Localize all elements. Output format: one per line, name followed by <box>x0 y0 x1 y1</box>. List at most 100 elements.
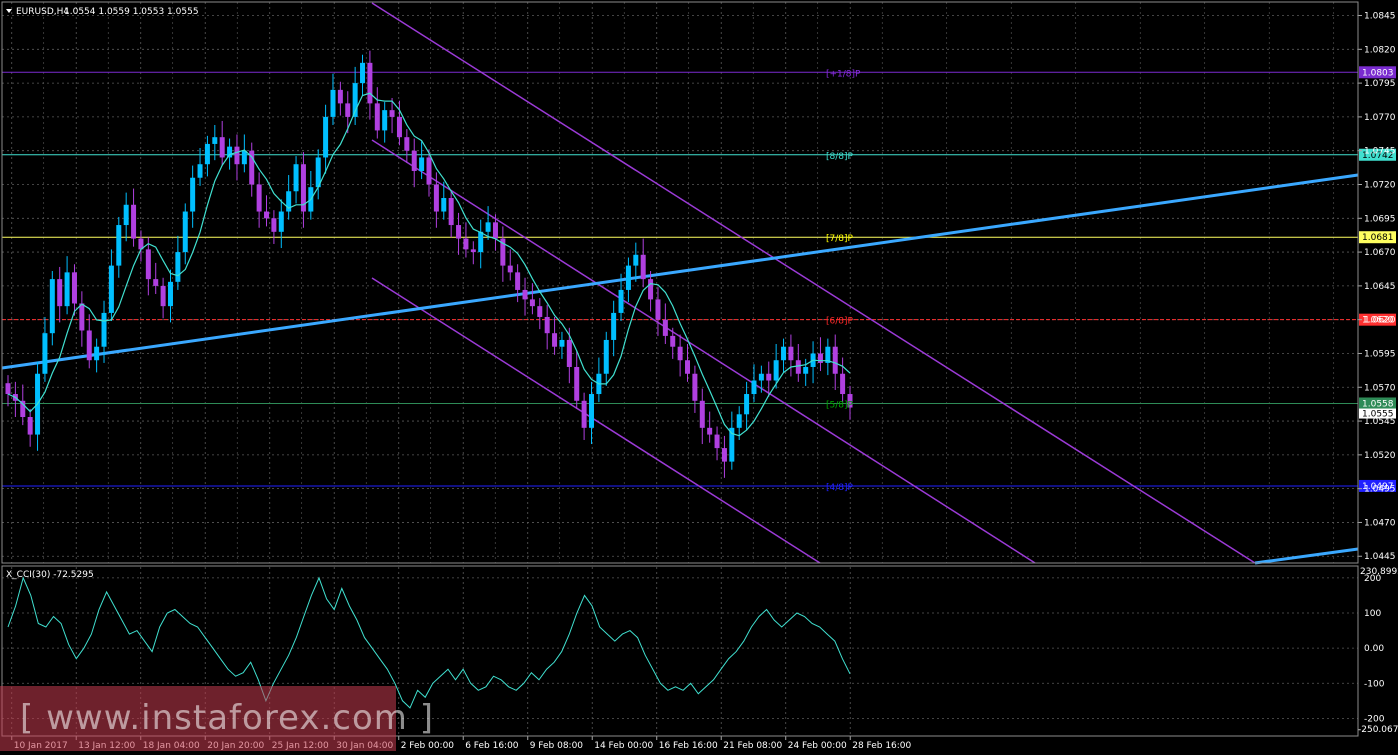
candle-body <box>367 62 373 104</box>
candle-body <box>456 225 462 239</box>
price-tick-label: 1.0445 <box>1364 552 1396 562</box>
price-tick-label: 1.0570 <box>1364 383 1396 393</box>
channel-lower <box>371 277 821 564</box>
candle-body <box>707 427 713 435</box>
candle-body <box>419 157 425 171</box>
candle-body <box>94 346 100 361</box>
time-tick-label: 21 Feb 08:00 <box>723 741 782 751</box>
candle-body <box>773 360 779 381</box>
price-chart[interactable]: [+1/8]P 1.0803[8/8]P 1.0742[7/8]P 1.0681[6/… <box>0 0 1398 755</box>
candle-body <box>537 306 543 317</box>
candle-body <box>662 319 668 336</box>
candle-body <box>611 312 617 340</box>
candle-body <box>293 164 299 192</box>
candle-body <box>670 335 676 347</box>
candle-body <box>788 346 794 361</box>
candle-body <box>744 394 750 415</box>
candle-body <box>685 360 691 374</box>
level-label: [6/8]P <box>826 317 854 327</box>
ohlc-readout: 1.0554 1.0559 1.0553 1.0555 <box>64 7 199 17</box>
candle-body <box>360 62 366 84</box>
candle-body <box>552 333 558 347</box>
candle-body <box>160 285 166 307</box>
candle-body <box>640 254 646 280</box>
candle-body <box>618 289 624 313</box>
candle-body <box>389 110 395 117</box>
candle-body <box>57 279 63 307</box>
candle-body <box>758 373 764 381</box>
candle-body <box>64 272 70 307</box>
candle-body <box>241 150 247 165</box>
level-label: [+1/8]P <box>826 69 861 79</box>
candle-body <box>190 177 196 212</box>
cci-top-value: 230.8992 <box>1360 567 1398 577</box>
candle-body <box>227 146 233 158</box>
price-tick-label: 1.0470 <box>1364 518 1396 528</box>
cci-tick-label: 0.00 <box>1364 644 1384 654</box>
candle-body <box>396 116 402 138</box>
candle-body <box>234 146 240 165</box>
candle-body <box>441 198 447 212</box>
candle-body <box>404 137 410 151</box>
candle-body <box>271 218 277 232</box>
candle-body <box>692 373 698 401</box>
time-tick-label: 6 Feb 16:00 <box>465 741 519 751</box>
candle-body <box>677 346 683 361</box>
candle-body <box>625 265 631 290</box>
price-tick-label: 1.0745 <box>1364 147 1396 157</box>
candle-body <box>840 373 846 395</box>
candle-body <box>485 222 491 232</box>
time-tick-label: 2 Feb 00:00 <box>401 741 455 751</box>
candle-body <box>507 265 513 273</box>
price-tick-label: 1.0620 <box>1364 316 1396 326</box>
candle-body <box>116 225 122 266</box>
candle-body <box>145 249 151 280</box>
cci-axis: 2001000.00-100-200 <box>1364 574 1385 725</box>
symbol-label: EURUSD,H4 <box>16 7 69 17</box>
price-tag-text: 1.0803 <box>1362 68 1394 78</box>
watermark-text: [ www.instaforex.com ] <box>20 698 434 738</box>
candle-body <box>71 272 77 304</box>
candle-body <box>345 103 351 117</box>
indicator-label: X_CCI(30) -72.5295 <box>6 570 94 580</box>
price-tag-text: 1.0681 <box>1362 233 1394 243</box>
level-label: [7/8]P <box>826 234 854 244</box>
candle-body <box>79 303 85 331</box>
level-label: [4/8]P <box>826 483 854 493</box>
chart-header: EURUSD,H4 1.0554 1.0559 1.0553 1.0555 <box>6 7 199 17</box>
candle-body <box>27 417 33 435</box>
candle-body <box>108 265 114 313</box>
candle-body <box>175 252 181 282</box>
candle-body <box>832 346 838 374</box>
candle-body <box>49 279 55 334</box>
candle-body <box>699 400 705 428</box>
candle-body <box>736 414 742 428</box>
price-tick-label: 1.0520 <box>1364 451 1396 461</box>
candle-body <box>448 198 454 226</box>
dropdown-triangle-icon <box>6 9 12 13</box>
candle-body <box>470 249 476 253</box>
price-tick-label: 1.0670 <box>1364 248 1396 258</box>
candle-body <box>337 89 343 104</box>
candle-body <box>581 400 587 428</box>
candle-body <box>463 238 469 250</box>
price-tick-label: 1.0545 <box>1364 417 1396 427</box>
channel-upper <box>371 2 1256 564</box>
candle-body <box>515 272 521 290</box>
candle-body <box>648 279 654 300</box>
candle-body <box>817 353 823 363</box>
candle-body <box>721 448 727 462</box>
price-tick-label: 1.0795 <box>1364 79 1396 89</box>
candle-body <box>492 222 498 239</box>
price-axis: 1.0845 1.0820 1.0795 1.0770 1.0745 1.0720 1.06… <box>1358 12 1396 562</box>
price-tick-label: 1.0770 <box>1364 113 1396 123</box>
candle-body <box>5 383 11 395</box>
price-tick-label: 1.0720 <box>1364 180 1396 190</box>
time-tick-label: 9 Feb 08:00 <box>530 741 584 751</box>
candle-body <box>374 103 380 131</box>
candle-body <box>655 299 661 320</box>
candle-body <box>264 211 270 219</box>
candle-body <box>803 366 809 374</box>
time-tick-label: 16 Feb 16:00 <box>659 741 718 751</box>
price-tick-label: 1.0495 <box>1364 485 1396 495</box>
